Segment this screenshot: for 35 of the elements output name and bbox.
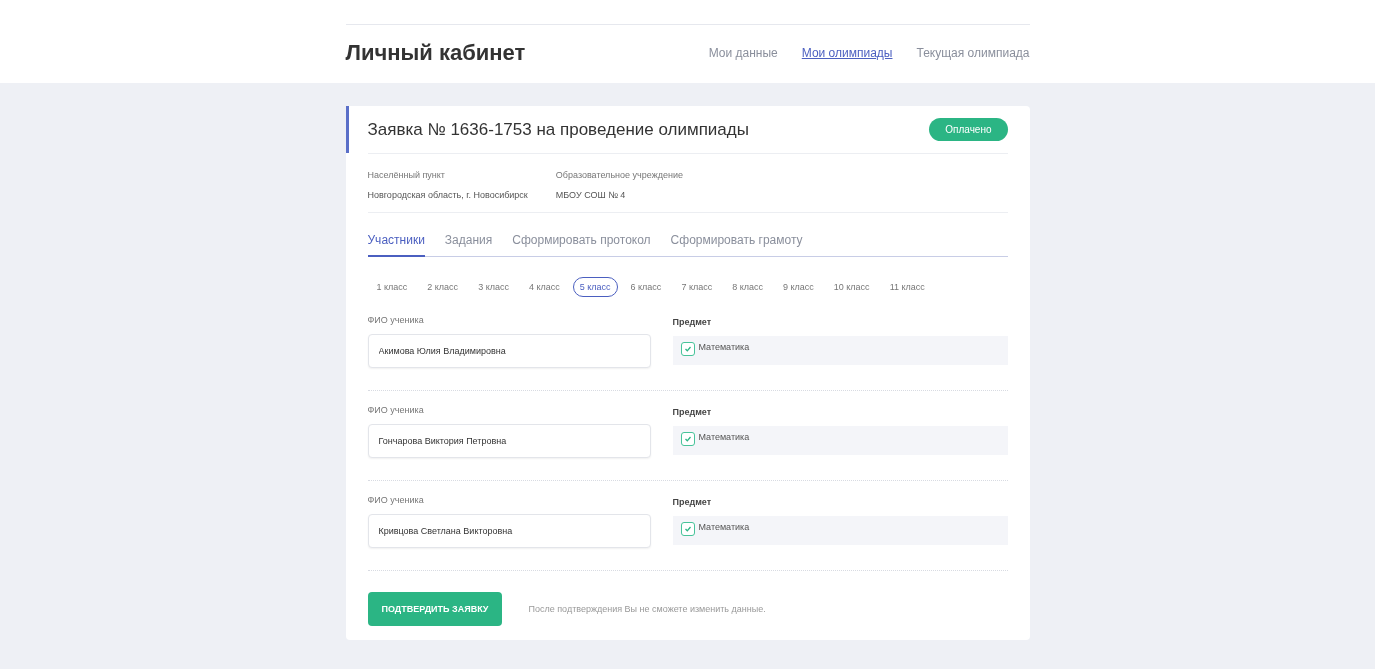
confirm-note: После подтверждения Вы не сможете изменить данные. xyxy=(528,604,766,614)
info-label: Образовательное учреждение xyxy=(555,170,683,180)
checkbox[interactable] xyxy=(680,342,695,356)
field-label: Предмет xyxy=(672,497,713,507)
confirm-button[interactable]: ПОДТВЕРДИТЬ ЗАЯВКУ xyxy=(367,592,503,626)
field-label: Предмет xyxy=(672,407,713,417)
check-icon xyxy=(683,345,692,353)
tab[interactable]: Задания xyxy=(444,227,493,257)
nav-link[interactable]: Мои данные xyxy=(708,46,778,60)
subject-option[interactable]: Математика xyxy=(672,336,1008,365)
info-value: Новгородская область, г. Новосибирск xyxy=(367,190,528,200)
subject-option[interactable]: Математика xyxy=(672,516,1008,545)
field-label: ФИО ученика xyxy=(367,315,425,325)
field-label: Предмет xyxy=(672,317,713,327)
info-value: МБОУ СОШ № 4 xyxy=(555,190,627,200)
nav-link[interactable]: Текущая олимпиада xyxy=(916,46,1030,60)
field-label: ФИО ученика xyxy=(367,405,425,415)
grade-tab[interactable]: 5 класс xyxy=(572,277,618,297)
name-field[interactable]: Кривцова Светлана Викторовна xyxy=(367,514,651,548)
check-icon xyxy=(683,435,692,443)
field-label: ФИО ученика xyxy=(367,495,425,505)
checkbox[interactable] xyxy=(680,432,695,446)
checkbox[interactable] xyxy=(680,522,695,536)
status-badge: Оплачено xyxy=(929,118,1008,141)
info-label: Населённый пункт xyxy=(367,170,446,180)
name-field[interactable]: Акимова Юлия Владимировна xyxy=(367,334,651,368)
nav-link[interactable]: Мои олимпиады xyxy=(801,46,893,60)
page-title: Личный кабинет xyxy=(345,40,526,66)
tab[interactable]: Сформировать протокол xyxy=(512,227,651,257)
tab[interactable]: Участники xyxy=(367,227,425,257)
tab[interactable]: Сформировать грамоту xyxy=(670,227,803,257)
application-title: Заявка № 1636-1753 на проведение олимпиады xyxy=(367,119,749,140)
subject-option[interactable]: Математика xyxy=(672,426,1008,455)
check-icon xyxy=(683,525,692,533)
name-field[interactable]: Гончарова Виктория Петровна xyxy=(367,424,651,458)
